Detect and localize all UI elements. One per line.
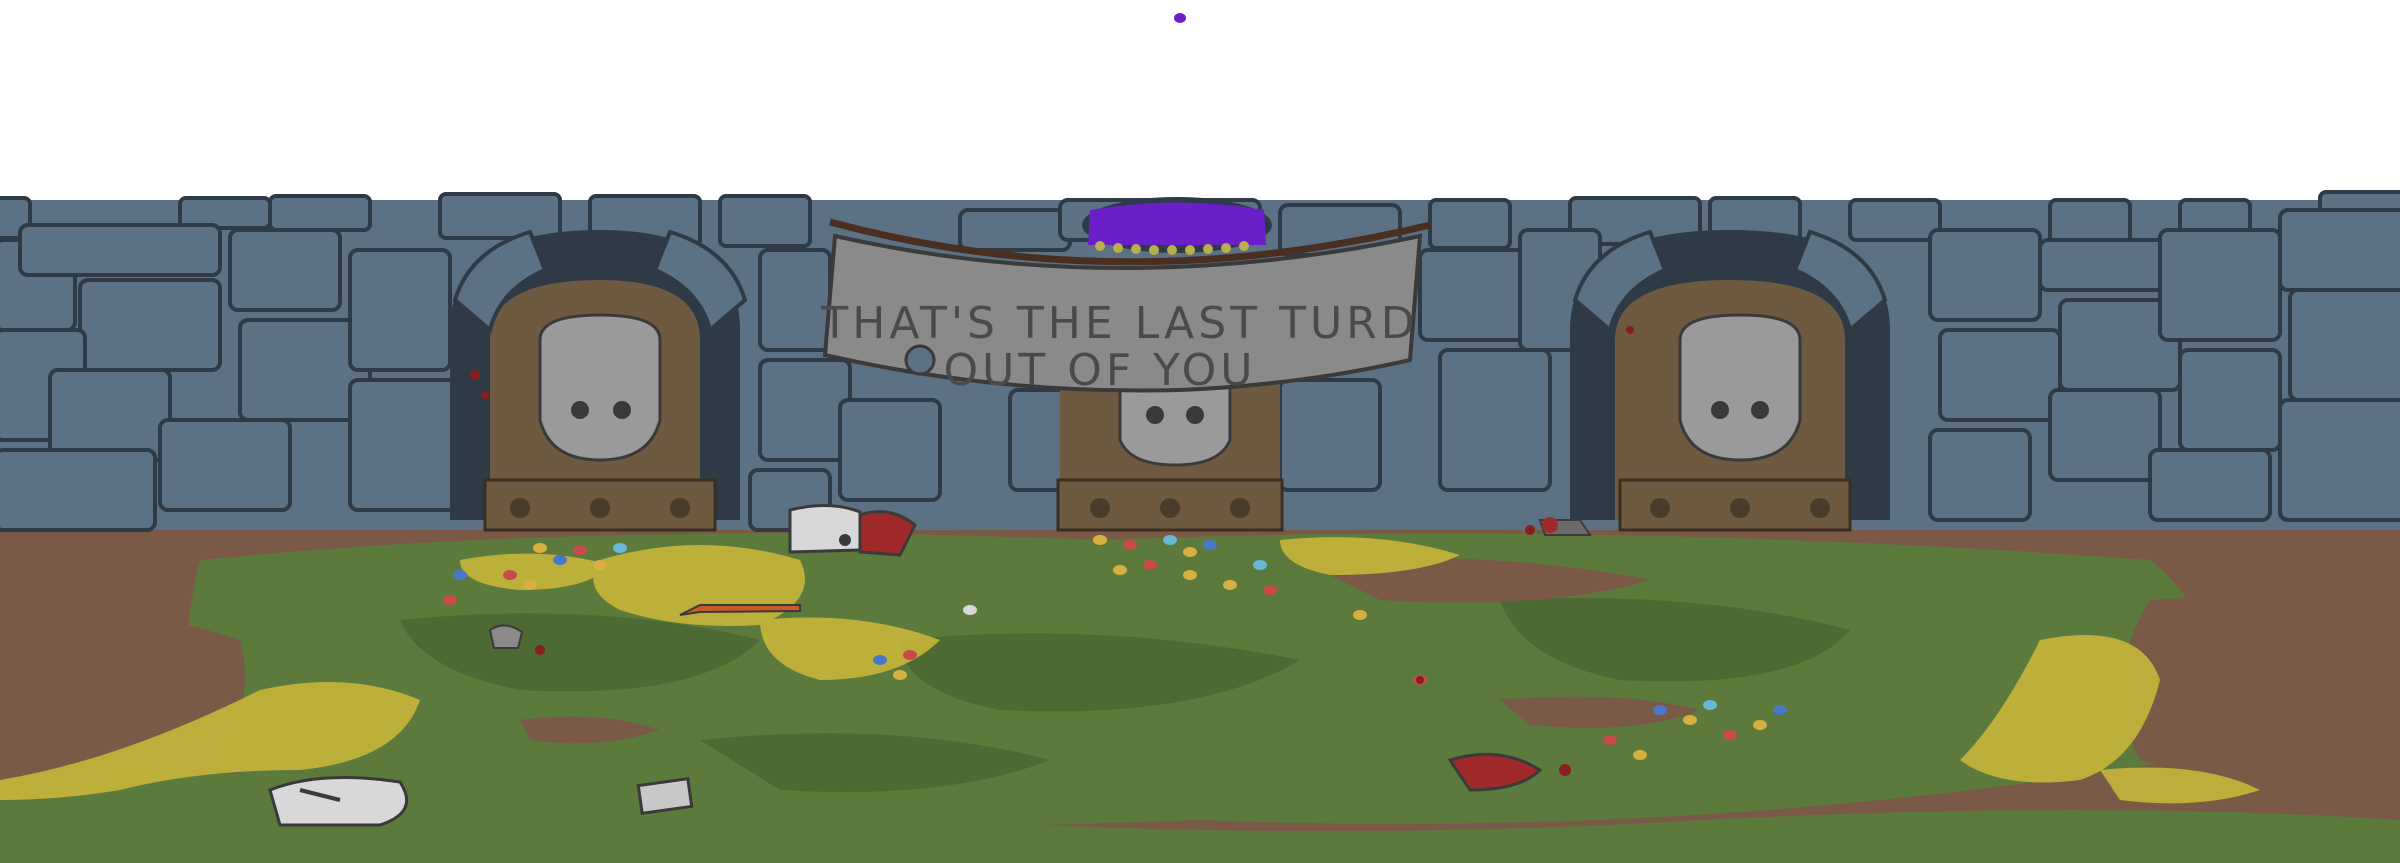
- right-skull-door[interactable]: [1570, 229, 1890, 532]
- banner-line-2: OUT OF YOU: [944, 345, 1257, 396]
- fallen-knight-center: [788, 503, 917, 557]
- left-skull-door[interactable]: [450, 229, 748, 532]
- skull-icon: [1678, 313, 1802, 462]
- banner-line-1: THAT'S THE LAST TURD: [820, 298, 1418, 349]
- fallen-knight-bottom-left: [268, 776, 409, 827]
- skull-icon: [538, 313, 662, 462]
- dropped-card: [636, 776, 694, 816]
- arena-scene: THAT'S THE LAST TURD OUT OF YOU: [0, 0, 2400, 863]
- purple-speck: [1174, 13, 1186, 23]
- broken-helmet: [488, 624, 524, 649]
